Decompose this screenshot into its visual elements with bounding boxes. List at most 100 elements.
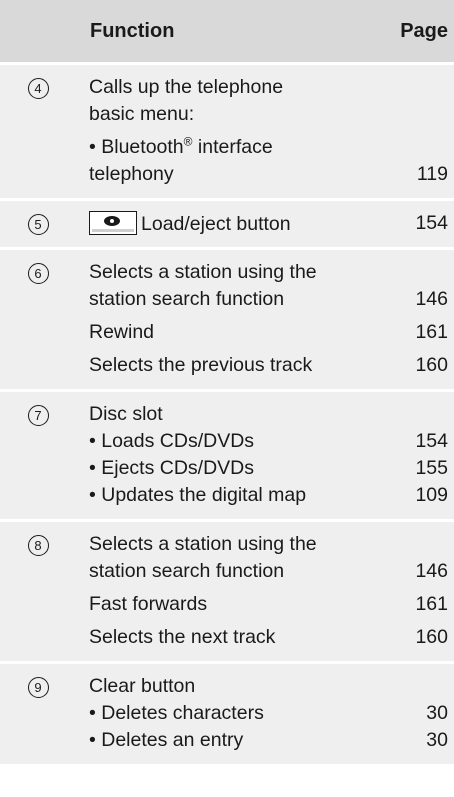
function-cell: Calls up the telephone basic menu: • Bluet… (76, 62, 372, 200)
function-text: Clear button (89, 675, 196, 697)
function-line: Fast forwards (89, 592, 372, 619)
function-text-continued: interface (192, 136, 273, 158)
function-text: • Loads CDs/DVDs (89, 430, 255, 452)
function-line: Calls up the telephone (89, 75, 372, 102)
function-line: Selects the next track (89, 625, 372, 652)
function-line: Clear button (89, 674, 372, 701)
item-number-cell: 8 (0, 519, 76, 663)
function-line: Disc slot (89, 402, 372, 429)
page-number (372, 135, 448, 162)
table-row: 8 Selects a station using the station sear… (0, 519, 454, 663)
function-line: • Loads CDs/DVDs (89, 429, 372, 456)
item-number-badge: 4 (27, 78, 49, 99)
function-line: basic menu: (89, 102, 372, 129)
function-text: • Deletes characters (89, 702, 264, 724)
page-number: 146 (415, 560, 448, 582)
page-number: 161 (415, 321, 448, 343)
item-number-cell: 6 (0, 247, 76, 391)
header-page: Page (372, 0, 454, 65)
registered-mark: ® (183, 134, 193, 149)
page-number (372, 75, 448, 102)
page-cell: 30 30 (372, 661, 454, 764)
function-text: Disc slot (89, 403, 163, 425)
function-table: Function Page 4 Calls up the telephone bas… (0, 0, 454, 764)
function-line: • Ejects CDs/DVDs (89, 456, 372, 483)
function-text: Selects a station using the (89, 533, 317, 555)
table-row: 5 Load/eject button 154 (0, 198, 454, 249)
page-number: 155 (415, 457, 448, 479)
item-number-badge: 6 (27, 263, 49, 284)
function-line: • Bluetooth® interface (89, 135, 372, 162)
function-line: Load/eject button (89, 211, 372, 238)
page-number: 154 (415, 212, 448, 234)
header-function: Function (76, 0, 372, 65)
function-line: Selects a station using the (89, 532, 372, 559)
item-number-cell: 5 (0, 198, 76, 249)
function-text: basic menu: (89, 103, 195, 125)
item-number-badge: 9 (27, 677, 49, 698)
function-cell: Selects a station using the station searc… (76, 247, 372, 391)
item-number-cell: 9 (0, 661, 76, 764)
page-cell: 154 (372, 198, 454, 249)
function-cell: Load/eject button (76, 198, 372, 249)
page-number: 30 (426, 729, 448, 751)
page-number: 154 (415, 430, 448, 452)
function-line: Selects a station using the (89, 260, 372, 287)
item-number-badge: 8 (27, 535, 49, 556)
function-text: • Bluetooth (89, 136, 184, 158)
function-text: station search function (89, 560, 285, 582)
page-number: 146 (415, 288, 448, 310)
table-row: 4 Calls up the telephone basic menu: • Blue… (0, 62, 454, 200)
page-number (372, 532, 448, 559)
function-line: Selects the previous track (89, 353, 372, 380)
page-number (372, 674, 448, 701)
function-text: • Ejects CDs/DVDs (89, 457, 255, 479)
page-number: 160 (415, 354, 448, 376)
header-number-cell (0, 0, 76, 65)
disc-eject-key-icon (89, 211, 137, 235)
page-number: 119 (416, 163, 448, 185)
function-cell: Disc slot • Loads CDs/DVDs • Ejects CDs/DV… (76, 389, 372, 521)
function-line: Rewind (89, 320, 372, 347)
page-cell: 154 155 109 (372, 389, 454, 521)
function-cell: Clear button • Deletes characters • Delete… (76, 661, 372, 764)
function-line: • Deletes an entry (89, 728, 372, 755)
function-text: Selects the next track (89, 626, 276, 648)
page-number (372, 402, 448, 429)
function-text: Selects a station using the (89, 261, 317, 283)
page-number: 30 (426, 702, 448, 724)
page-cell: 119 (372, 62, 454, 200)
page-cell: 146 161 160 (372, 519, 454, 663)
function-line: station search function (89, 287, 372, 314)
function-text: Fast forwards (89, 593, 208, 615)
function-text: telephony (89, 163, 174, 185)
page-number: 160 (415, 626, 448, 648)
disc-icon (104, 216, 120, 226)
function-text: station search function (89, 288, 285, 310)
item-number-badge: 7 (27, 405, 49, 426)
function-text: Load/eject button (141, 213, 291, 235)
function-cell: Selects a station using the station searc… (76, 519, 372, 663)
function-line: station search function (89, 559, 372, 586)
page-number: 109 (415, 484, 448, 506)
function-text: • Deletes an entry (89, 729, 244, 751)
function-text: Rewind (89, 321, 155, 343)
function-text: Calls up the telephone (89, 76, 284, 98)
table-row: 7 Disc slot • Loads CDs/DVDs • Ejects CDs/D… (0, 389, 454, 521)
page-number (372, 102, 448, 129)
item-number-cell: 4 (0, 62, 76, 200)
table-row: 9 Clear button • Deletes characters • Delet… (0, 661, 454, 764)
page-number: 161 (415, 593, 448, 615)
item-number-cell: 7 (0, 389, 76, 521)
table-row: 6 Selects a station using the station sear… (0, 247, 454, 391)
table-header-row: Function Page (0, 0, 454, 65)
function-line: telephony (89, 162, 372, 189)
item-number-badge: 5 (27, 214, 49, 235)
function-text: • Updates the digital map (89, 484, 307, 506)
page-cell: 146 161 160 (372, 247, 454, 391)
page-number (372, 260, 448, 287)
function-line: • Updates the digital map (89, 483, 372, 510)
function-text: Selects the previous track (89, 354, 313, 376)
table-body: 4 Calls up the telephone basic menu: • Blue… (0, 62, 454, 764)
function-line: • Deletes characters (89, 701, 372, 728)
